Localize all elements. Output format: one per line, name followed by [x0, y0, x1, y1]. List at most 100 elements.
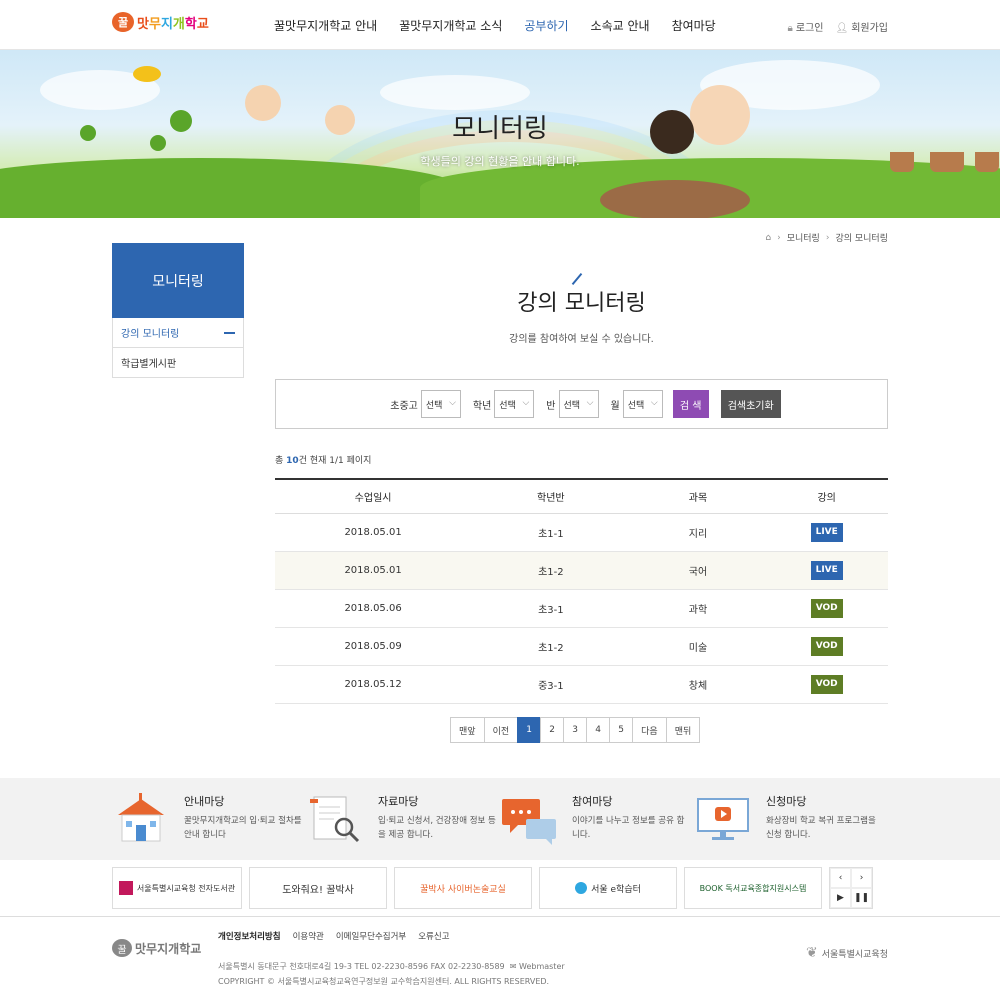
education-office-logo-icon: ❦ — [806, 945, 818, 961]
side-nav-title: 모니터링 — [112, 243, 244, 318]
title-accent-icon — [571, 272, 583, 286]
reset-search-button[interactable]: 검색초기화 — [720, 390, 781, 418]
terms-link[interactable]: 이용약관 — [293, 930, 324, 942]
e-learning-logo-icon — [575, 882, 588, 894]
webmaster-link[interactable]: Webmaster — [519, 962, 565, 971]
school-level-label: 초중고 — [390, 400, 418, 412]
table-header-row: 수업일시 학년반 과목 강의 — [275, 479, 888, 514]
link-seoul-e-library[interactable]: 서울특별시교육청 전자도서관 — [112, 867, 242, 909]
logo-text: 맛무지개학교 — [137, 16, 209, 32]
month-label: 월 — [610, 400, 620, 412]
column-lecture: 강의 — [765, 479, 888, 514]
table-row: 2018.05.12 중3-1 창체 VOD — [275, 665, 888, 704]
page-last[interactable]: 맨뒤 — [665, 717, 701, 743]
table-row: 2018.05.09 초1-2 미술 VOD — [275, 627, 888, 666]
chevron-down-icon: ⌵ — [449, 398, 456, 408]
footer-menu: 개인정보처리방침 이용약관 이메일무단수집거부 오류신고 — [218, 930, 450, 942]
chevron-down-icon: ⌵ — [650, 398, 658, 408]
banner-resources[interactable]: 자료마당 입·퇴교 신청서, 건강장애 정보 등을 제공 합니다. — [306, 793, 500, 845]
school-icon — [112, 793, 170, 845]
hero-subtitle: 학생들의 강의 현황을 안내 합니다. — [420, 155, 580, 168]
site-logo[interactable]: 꿀 맛무지개학교 — [112, 12, 209, 32]
banner-guide[interactable]: 안내마당 꿀맛무지개학교의 입·퇴교 절차를 안내 합니다 — [112, 793, 306, 845]
page-description: 강의를 참여하여 보실 수 있습니다. — [509, 334, 654, 345]
related-links: 서울특별시교육청 전자도서관 도와줘요! 꿀박사 꿀박사 사이버논술교실 서울 … — [0, 860, 1000, 916]
privacy-policy-link[interactable]: 개인정보처리방침 — [218, 930, 281, 942]
email-refusal-link[interactable]: 이메일무단수집거부 — [336, 930, 406, 942]
nav-study[interactable]: 공부하기 — [524, 17, 568, 34]
bee-logo-icon: 꿀 — [112, 12, 134, 32]
cloud-illustration — [380, 75, 530, 110]
page-prev[interactable]: 이전 — [483, 717, 519, 743]
column-class: 학년반 — [471, 479, 631, 514]
pause-icon[interactable]: ❚❚ — [851, 888, 872, 908]
banner-participation[interactable]: 참여마당 이야기를 나누고 정보를 공유 합니다. — [500, 793, 694, 845]
chevron-down-icon: ⌵ — [586, 398, 594, 408]
column-subject: 과목 — [630, 479, 766, 514]
table-row: 2018.05.06 초3-1 과학 VOD — [275, 589, 888, 628]
link-help-kkulbaksa[interactable]: 도와줘요! 꿀박사 — [249, 867, 387, 909]
nav-participation[interactable]: 참여마당 — [672, 17, 716, 34]
vod-button[interactable]: VOD — [810, 636, 843, 656]
join-link[interactable]: 👤︎ 회원가입 — [835, 19, 888, 34]
page-5[interactable]: 5 — [609, 717, 634, 743]
nav-member-schools[interactable]: 소속교 안내 — [591, 17, 650, 34]
link-slider-controls: ‹ › ▶ ❚❚ — [829, 867, 873, 909]
school-level-select[interactable]: 선택 ⌵ — [420, 390, 461, 418]
page-next[interactable]: 다음 — [632, 717, 667, 743]
login-link[interactable]: 🔒︎ 로그인 — [788, 19, 824, 34]
column-date: 수업일시 — [275, 479, 472, 514]
page-2[interactable]: 2 — [540, 717, 565, 743]
footer-address: 서울특별시 동대문구 천호대로4길 19-3 TEL 02-2230-8596 … — [218, 959, 565, 989]
side-nav-item-class-board[interactable]: 학급별게시판 — [112, 348, 244, 378]
pagination: 맨앞 이전 1 2 3 4 5 다음 맨뒤 — [450, 717, 701, 743]
content-area: 모니터링 강의 모니터링 학급별게시판 ⌂ › 모니터링 › 강의 모니터링 강… — [0, 218, 1000, 778]
main-nav: 꿀맛무지개학교 안내 꿀맛무지개학교 소식 공부하기 소속교 안내 참여마당 — [274, 0, 738, 50]
table-row: 2018.05.01 초1-1 지리 LIVE — [275, 513, 888, 552]
grade-select[interactable]: 선택 ⌵ — [494, 390, 535, 418]
class-select[interactable]: 선택 ⌵ — [558, 390, 599, 418]
live-button[interactable]: LIVE — [810, 560, 843, 580]
link-cyber-writing[interactable]: 꿀박사 사이버논술교실 — [394, 867, 532, 909]
page-3[interactable]: 3 — [563, 717, 588, 743]
month-select[interactable]: 선택 ⌵ — [622, 390, 663, 418]
error-report-link[interactable]: 오류신고 — [418, 930, 449, 942]
site-header: 꿀 맛무지개학교 꿀맛무지개학교 안내 꿀맛무지개학교 소식 공부하기 소속교 … — [0, 0, 1000, 50]
page-1[interactable]: 1 — [517, 717, 542, 743]
active-dash-icon — [224, 332, 235, 334]
vod-button[interactable]: VOD — [810, 674, 843, 694]
banner-application[interactable]: 신청마당 화상장비 학교 복귀 프로그램을 신청 합니다. — [694, 793, 888, 845]
site-footer: 꿀 맛무지개학교 개인정보처리방침 이용약관 이메일무단수집거부 오류신고 서울… — [0, 916, 1000, 989]
page-4[interactable]: 4 — [586, 717, 611, 743]
page-title: 강의 모니터링 — [517, 291, 646, 316]
bee-illustration — [133, 66, 161, 82]
mail-icon: ✉ — [509, 962, 517, 971]
grade-label: 학년 — [472, 400, 492, 412]
footer-org-logo: ❦ 서울특별시교육청 — [806, 945, 888, 961]
nav-school-news[interactable]: 꿀맛무지개학교 소식 — [399, 17, 502, 34]
copyright: COPYRIGHT © 서울특별시교육청교육연구정보원 교수학습지원센터. AL… — [218, 977, 550, 986]
chat-bubble-icon — [500, 793, 558, 845]
nav-school-info[interactable]: 꿀맛무지개학교 안내 — [274, 17, 377, 34]
lecture-table: 수업일시 학년반 과목 강의 2018.05.01 초1-1 지리 LIVE 2… — [275, 478, 888, 704]
main-content: 강의 모니터링 강의를 참여하여 보실 수 있습니다. 초중고 선택 ⌵ 학년 선… — [275, 218, 888, 778]
side-nav-item-lecture-monitoring[interactable]: 강의 모니터링 — [112, 318, 244, 348]
search-button[interactable]: 검 색 — [672, 390, 709, 418]
page-first[interactable]: 맨앞 — [450, 717, 485, 743]
next-arrow-icon[interactable]: › — [851, 868, 872, 888]
class-label: 반 — [546, 400, 556, 412]
prev-arrow-icon[interactable]: ‹ — [830, 868, 851, 888]
util-menu: 🔒︎ 로그인 👤︎ 회원가입 — [788, 19, 888, 34]
link-reading-system[interactable]: BOOK 독서교육종합지원시스템 — [684, 867, 822, 909]
vod-button[interactable]: VOD — [810, 598, 843, 618]
table-illustration — [600, 180, 750, 218]
document-search-icon — [306, 793, 364, 845]
lock-icon: 🔒︎ — [787, 23, 793, 34]
link-seoul-e-learning[interactable]: 서울 e학습터 — [539, 867, 677, 909]
result-count: 총 10건 현재 1/1 페이지 — [275, 456, 372, 466]
live-button[interactable]: LIVE — [810, 522, 843, 542]
monitor-play-icon — [694, 793, 752, 845]
play-icon[interactable]: ▶ — [830, 888, 851, 908]
hero-banner: 모니터링 학생들의 강의 현황을 안내 합니다. — [0, 50, 1000, 218]
table-row: 2018.05.01 초1-2 국어 LIVE — [275, 551, 888, 590]
